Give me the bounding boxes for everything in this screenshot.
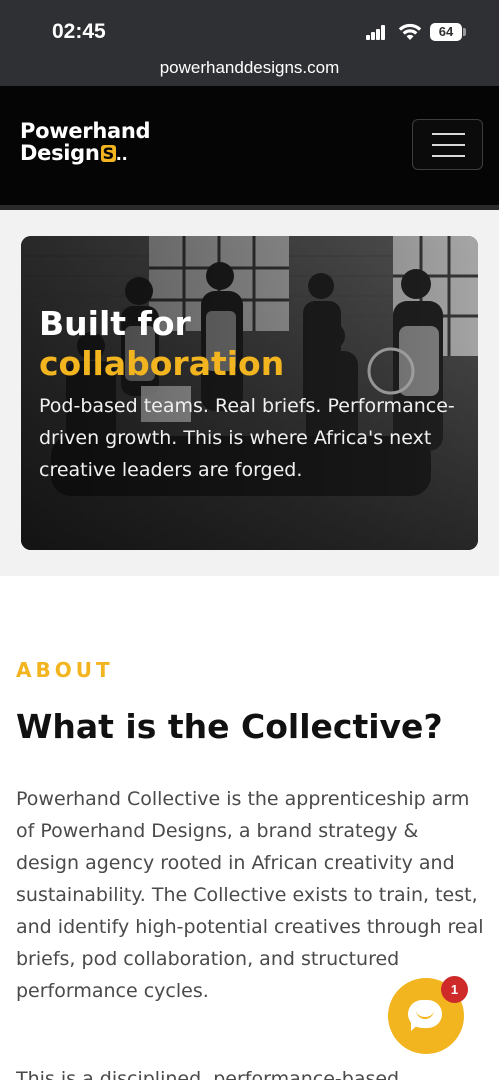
hero-title-line-1: Built for [39,304,191,343]
chat-notification-badge: 1 [441,976,468,1003]
hero-text: Built for collaboration Pod-based teams.… [39,304,464,486]
signal-icon [366,24,386,40]
status-bar: 02:45 64 powerhanddesigns.com [0,0,499,86]
logo-dots: .. [115,145,128,164]
site-logo[interactable]: Powerhand Design S.. [20,119,151,166]
about-eyebrow: ABOUT [16,658,114,682]
site-header: Powerhand Design S.. [0,86,499,210]
battery-icon: 64 [430,23,462,41]
hamburger-menu-button[interactable] [412,119,483,170]
about-title: What is the Collective? [16,707,443,746]
about-body-continued: This is a disciplined, performance-based [16,1068,400,1080]
hero-description: Pod-based teams. Real briefs. Performanc… [39,395,455,481]
address-bar-url[interactable]: powerhanddesigns.com [0,58,499,78]
logo-line-1: Powerhand [20,119,151,143]
logo-mark: S [100,144,116,163]
battery-tip [463,28,466,36]
status-time: 02:45 [52,20,106,43]
hamburger-menu-icon [432,133,465,135]
wifi-icon [398,23,422,40]
logo-word-design: Design [20,141,100,165]
hero-title-line-2: collaboration [39,344,285,383]
hero-section: Built for collaboration Pod-based teams.… [0,210,499,576]
about-body: Powerhand Collective is the apprenticesh… [16,788,484,1002]
hero-card: Built for collaboration Pod-based teams.… [21,236,478,550]
logo-line-2: Design S.. [20,142,150,166]
